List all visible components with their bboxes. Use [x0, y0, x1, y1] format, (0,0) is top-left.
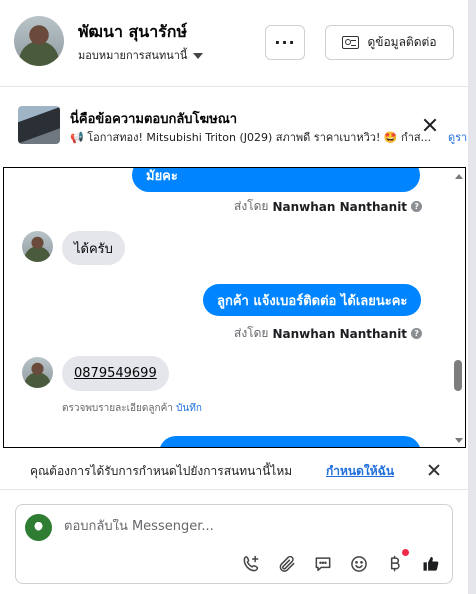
chat-bubble-icon[interactable] — [312, 553, 334, 575]
more-options-button[interactable]: ··· — [265, 25, 305, 60]
page-avatar — [25, 514, 52, 541]
outgoing-message-partial — [159, 436, 421, 447]
conversation-header: พัฒนา สุนารักษ์ มอบหมายการสนทนานี้ ··· ด… — [0, 0, 468, 87]
ad-text: 📢 โอกาสทอง! Mitsubishi Triton (J029) สภา… — [70, 131, 432, 144]
contact-avatar[interactable] — [14, 16, 64, 66]
phone-number[interactable]: 0879549699 — [74, 366, 157, 381]
ad-close-button[interactable] — [421, 116, 439, 134]
info-icon[interactable]: ? — [411, 201, 423, 212]
info-icon[interactable]: ? — [411, 328, 423, 339]
scroll-down-arrow-icon[interactable] — [455, 438, 463, 443]
incoming-message: ได้ครับ — [62, 231, 125, 265]
incoming-phone-message[interactable]: 0879549699 — [62, 356, 169, 391]
assign-prompt-close-button[interactable] — [426, 462, 442, 478]
save-detail-link[interactable]: บันทึก — [176, 403, 202, 414]
close-icon — [421, 116, 439, 134]
outgoing-message: ลูกค้า แจ้งเบอร์ติดต่อ ได้เลยนะคะ — [203, 284, 422, 316]
sender-name: Nanwhan Nanthanit — [272, 199, 408, 214]
scroll-up-arrow-icon[interactable] — [455, 174, 463, 179]
reply-input[interactable] — [64, 519, 434, 534]
scrollbar-thumb[interactable] — [454, 360, 462, 391]
reply-composer — [15, 504, 453, 584]
message-thread[interactable]: มัยคะ ส่งโดย Nanwhan Nanthanit ? ได้ครับ… — [3, 167, 466, 448]
contact-avatar-small — [22, 231, 53, 262]
assign-label: มอบหมายการสนทนานี้ — [78, 49, 188, 62]
caret-down-icon — [193, 52, 204, 59]
thumbs-up-icon[interactable] — [420, 553, 442, 575]
emoji-icon[interactable] — [348, 553, 370, 575]
ad-reply-banner: นี่คือข้อความตอบกลับโฆษณา 📢 โอกาสทอง! Mi… — [0, 88, 468, 164]
message-text: ได้ครับ — [74, 241, 113, 257]
baht-icon[interactable] — [384, 553, 406, 575]
contact-name[interactable]: พัฒนา สุนารักษ์ — [78, 20, 187, 45]
view-contact-info-button[interactable]: ดูข้อมูลติดต่อ — [325, 25, 454, 60]
notification-dot — [402, 549, 409, 556]
assign-prompt: คุณต้องการได้รับการกำหนดไปยังการสนทนานี้… — [0, 452, 468, 490]
window-edge — [468, 0, 476, 594]
contact-card-icon — [342, 36, 360, 49]
assign-question: คุณต้องการได้รับการกำหนดไปยังการสนทนานี้… — [30, 464, 293, 478]
ad-title: นี่คือข้อความตอบกลับโฆษณา — [70, 112, 238, 127]
contact-avatar-small — [22, 357, 53, 388]
sender-name: Nanwhan Nanthanit — [272, 326, 408, 341]
customer-detail-detected: ตรวจพบรายละเอียดลูกค้า บันทึก — [62, 403, 202, 414]
paperclip-icon[interactable] — [276, 553, 298, 575]
ad-thumbnail — [18, 106, 60, 144]
close-icon — [426, 462, 442, 478]
phone-plus-icon[interactable] — [240, 553, 262, 575]
sent-by-label: ส่งโดย Nanwhan Nanthanit ? — [234, 197, 423, 216]
message-text: มัยคะ — [146, 168, 178, 184]
ad-view-link[interactable]: ดูรา — [448, 128, 467, 146]
message-text: ลูกค้า แจ้งเบอร์ติดต่อ ได้เลยนะคะ — [217, 293, 408, 309]
view-contact-info-label: ดูข้อมูลติดต่อ — [367, 35, 437, 49]
assign-to-me-link[interactable]: กำหนดให้ฉัน — [326, 462, 394, 481]
assign-dropdown[interactable]: มอบหมายการสนทนานี้ — [78, 46, 204, 64]
outgoing-message: มัยคะ — [132, 168, 420, 192]
sent-by-label: ส่งโดย Nanwhan Nanthanit ? — [234, 324, 423, 343]
thread-scrollbar[interactable] — [451, 168, 465, 446]
